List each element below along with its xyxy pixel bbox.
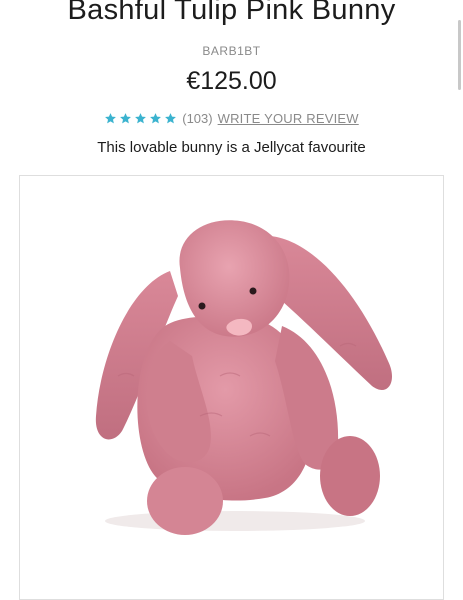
product-sku: BARB1BT [202, 44, 261, 58]
right-eye [249, 287, 257, 295]
write-review-link[interactable]: WRITE YOUR REVIEW [218, 111, 359, 126]
rating-stars [104, 112, 177, 125]
star-icon [165, 113, 177, 124]
right-foot [320, 436, 380, 516]
product-image[interactable] [19, 175, 444, 600]
left-eye [198, 302, 206, 310]
rating-row: (103) WRITE YOUR REVIEW [0, 111, 463, 126]
bunny-illustration [95, 220, 393, 535]
product-price: €125.00 [186, 67, 277, 95]
product-tagline: This lovable bunny is a Jellycat favouri… [97, 139, 366, 156]
product-title: Bashful Tulip Pink Bunny [67, 0, 396, 26]
review-count[interactable]: (103) [182, 111, 212, 126]
star-icon [120, 113, 132, 124]
star-icon [150, 113, 162, 124]
scrollbar[interactable] [458, 20, 461, 90]
star-icon [135, 113, 147, 124]
star-icon [105, 113, 117, 124]
left-foot [147, 467, 223, 535]
